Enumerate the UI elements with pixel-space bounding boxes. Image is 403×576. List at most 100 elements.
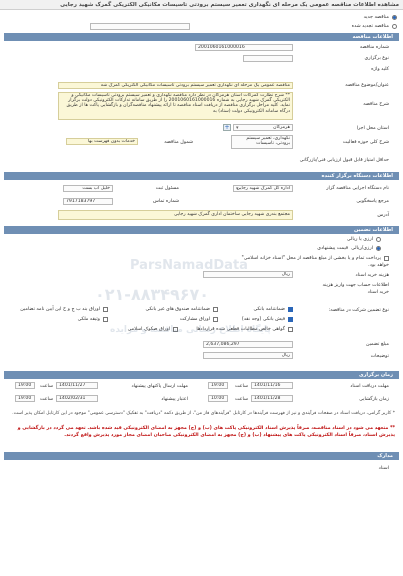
attachments-label: اسناد (378, 466, 389, 471)
address-field: مجتمع بندری شهید رجایی ساختمان اداری گمر… (58, 210, 293, 220)
section-guarantee-header: اطلاعات تضمین (4, 226, 399, 234)
validity-label: اعتبار پیشنهاد (161, 397, 188, 402)
bank-label: اطلاعات حساب جهت واریز هزینه (322, 283, 389, 288)
guarantee-mixed-option[interactable]: ارزی/ریالی قیمت پیشنهادی (317, 246, 381, 251)
deadline-time-label: ساعت (39, 384, 53, 389)
type-field (243, 55, 293, 62)
warning-note: ** متعهد می شود در اسناد مناقصه، صرفاً پ… (17, 426, 395, 438)
opt-cash-deposit[interactable]: فیش بانکی (وجه نقد) (242, 317, 293, 322)
new-tender-label: مناقصه جدید (363, 15, 389, 20)
tender-number: 2001060161000016 (195, 44, 293, 51)
opt-bank-guarantee-label: ضمانتنامه بانکی (253, 307, 285, 312)
opt-cash-checkbox[interactable] (288, 317, 293, 322)
opt-bonds-bcd-checkbox[interactable] (103, 307, 108, 312)
opt-bonds-bcd-label: اوراق بند ب ج و ح این آیین نامه تضامین (20, 307, 100, 312)
treasury-note: پرداخت تمام و یا بخشی از مبلغ مناقصه از … (241, 256, 382, 261)
guarantee-mixed-label: ارزی/ریالی (351, 246, 373, 251)
opt-participation-checkbox[interactable] (213, 317, 218, 322)
guarantee-rial-option[interactable]: ارزی یا ریالی (347, 237, 381, 242)
deadline-time: 19:00 (15, 382, 35, 389)
publish-label: مهلت دریافت اسناد (350, 384, 389, 389)
opening-time-label: ساعت (234, 397, 248, 402)
opt-cash-label: فیش بانکی (وجه نقد) (241, 317, 285, 322)
ceiling-currency: ریال (281, 353, 290, 358)
opt-nonbank-guarantee[interactable]: ضمانتنامه صندوق های غیر بانکی (146, 307, 218, 312)
guarantee-type-text: ارزی یا ریالی (346, 237, 373, 242)
official-field: خلیل آب بست (63, 185, 113, 192)
new-tender-radio[interactable] (392, 15, 397, 20)
page-title: مشاهده اطلاعات مناقصه عمومی یک مرحله ای … (0, 0, 403, 10)
opt-nonbank-checkbox[interactable] (213, 307, 218, 312)
category-field: نگهداری، تعمیر سیستم برودتی، تاسیسات (231, 135, 293, 149)
address-label: آدرس (377, 213, 389, 218)
add-province-button[interactable]: + (223, 124, 231, 131)
treasury-option[interactable]: پرداخت تمام و یا بخشی از مبلغ مناقصه از … (241, 256, 389, 261)
publish-time: 19:00 (208, 382, 228, 389)
validity-time: 19:00 (15, 395, 35, 402)
opt-bonds-bcd[interactable]: اوراق بند ب ج و ح این آیین نامه تضامین (20, 307, 108, 312)
section-organizer-header: اطلاعات دستگاه برگزار کننده (4, 172, 399, 180)
opt-nonbank-label: ضمانتنامه صندوق های غیر بانکی (145, 307, 210, 312)
opt-property-checkbox[interactable] (103, 317, 108, 322)
watermark-tagline: پایگاه اطلاع رسانی مناقصه و مزایده (110, 325, 271, 335)
min-score-label: حداقل امتیاز قابل قبول ارزیابی فنی/بازرگ… (299, 158, 389, 163)
section-docs-header: مدارک (4, 452, 399, 460)
ceiling-label: توضیحات (370, 354, 389, 359)
renewed-tender-radio[interactable] (392, 24, 397, 29)
title-field: مناقصه عمومی یک مرحله ای نگهداری تعمیر س… (58, 82, 293, 89)
renewed-tender-label: مناقصه تجدید شده (351, 24, 389, 29)
treasury-note-2: خواهد بود. (368, 263, 389, 268)
doc-price-label: هزینه خرید اسناد (355, 273, 389, 278)
new-tender-option[interactable]: مناقصه جدید (364, 15, 397, 20)
validity-time-label: ساعت (39, 397, 53, 402)
opt-bank-guarantee[interactable]: ضمانتنامه بانکی (254, 307, 293, 312)
prev-number-field[interactable] (90, 23, 190, 30)
deadline-label: مهلت ارسال پاکتهای پیشنهاد (131, 384, 188, 389)
deadline-date: 1401/11/27 (56, 382, 98, 389)
opt-bank-guarantee-checkbox[interactable] (288, 307, 293, 312)
opening-date: 1401/11/28 (251, 395, 293, 402)
guarantee-rial-radio[interactable] (376, 237, 381, 242)
watermark-site: ParsNamadData (130, 258, 248, 273)
guarantee-amount-field: 2,637,086,297 (203, 341, 293, 348)
opt-participation-bonds[interactable]: اوراق مشارکت (180, 317, 218, 322)
publish-time-label: ساعت (234, 384, 248, 389)
phone-label: شماره تماس (152, 199, 179, 204)
guarantee-options-label: نوع تضمین شرکت در مناقصه: (328, 308, 389, 313)
keyword-label: کلید واژه (371, 67, 389, 72)
desc-label: شرح مناقصه (363, 102, 389, 107)
section-dates-header: زمان برگزاری (4, 371, 399, 379)
section-main-header: اطلاعات مناقصه (4, 33, 399, 41)
category-label: شرح کلی حوزه فعالیت (342, 140, 389, 145)
official-label: مسئول ثبت (155, 186, 179, 191)
bank-label-2: خرید اسناد (367, 290, 389, 295)
province-select[interactable]: هرمزگان (233, 124, 293, 131)
treasury-checkbox[interactable] (384, 256, 389, 261)
opening-time: 10:00 (208, 395, 228, 402)
publish-date: 1401/11/16 (251, 382, 293, 389)
doc-price-currency: ریال (281, 272, 290, 277)
opt-property[interactable]: وثیقه ملکی (78, 317, 108, 322)
province-label: استان محل اجرا (356, 126, 389, 131)
ceiling-field: ریال (203, 352, 293, 359)
guarantee-amount-label: مبلغ تضمین (365, 342, 389, 347)
info-note: * کاربر گرامی، دریافت اسناد در صفحات فرآ… (12, 411, 395, 416)
renewed-tender-option[interactable]: مناقصه تجدید شده (352, 24, 397, 29)
activity-field: خدمات بدون فهرست بها (66, 138, 138, 145)
opening-label: زمان بازگشایی (359, 397, 389, 402)
auto-price-label: قیمت پیشنهادی (317, 246, 349, 251)
desc-field: ** شرح نظارت گمرکات استان هرمزگان در نظر… (58, 92, 293, 120)
title-label: عنوان/موضوع مناقصه (345, 83, 389, 88)
watermark-phone: ۰۲۱-۸۸۳۴۹۶۷۰ (95, 285, 210, 304)
org-field[interactable]: اداره کل گمرک شهید رجایی (233, 185, 293, 192)
opt-property-label: وثیقه ملکی (77, 317, 100, 322)
approver-label: مرجع پاسخگویی (356, 199, 389, 204)
opt-net-claims-checkbox[interactable] (288, 327, 293, 332)
org-label: نام دستگاه اجرایی مناقصه گزار (326, 186, 389, 191)
validity-date: 1402/02/31 (56, 395, 98, 402)
phone-field: 7917183797 (63, 198, 113, 205)
activity-label: شمول مناقصه (164, 140, 193, 145)
type-label: نوع برگزاری (364, 56, 389, 61)
guarantee-mixed-radio[interactable] (376, 246, 381, 251)
opt-participation-label: اوراق مشارکت (179, 317, 210, 322)
